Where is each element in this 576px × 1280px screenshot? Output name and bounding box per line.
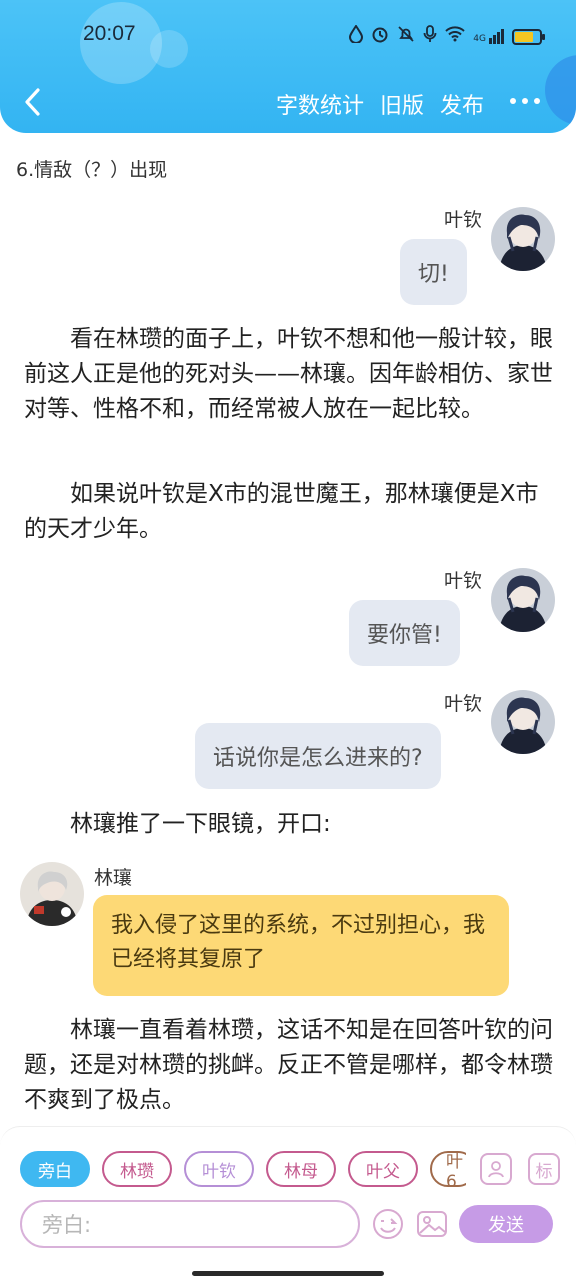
- avatar-linrang[interactable]: [20, 862, 84, 926]
- alarm-icon: [371, 25, 389, 48]
- role-chip[interactable]: 林瓒: [102, 1151, 172, 1187]
- back-button[interactable]: [18, 84, 48, 120]
- avatar-yeqin[interactable]: [491, 690, 555, 754]
- send-button[interactable]: 发送: [459, 1205, 553, 1243]
- publish-button[interactable]: 发布: [440, 88, 484, 120]
- chat-bubble: 要你管!: [349, 600, 460, 666]
- decorative-bubble: [150, 30, 188, 68]
- emoji-icon[interactable]: [371, 1207, 405, 1241]
- old-version-button[interactable]: 旧版: [380, 88, 424, 120]
- narration-paragraph: 如果说叶钦是X市的混世魔王，那林瓖便是X市的天才少年。: [24, 481, 539, 542]
- mute-bell-icon: [397, 25, 415, 48]
- signal-4g-icon: 4G: [473, 29, 504, 44]
- chat-bubble: 我入侵了这里的系统，不过别担心，我已经将其复原了: [93, 895, 509, 996]
- image-icon[interactable]: [415, 1207, 449, 1241]
- role-chip[interactable]: 叶6: [430, 1151, 466, 1187]
- role-chip[interactable]: 叶钦: [184, 1151, 254, 1187]
- role-chip-narrator[interactable]: 旁白: [20, 1151, 90, 1187]
- chat-bubble: 切!: [400, 239, 467, 305]
- top-app-bar: 20:07 4G 字数统计 旧版 发布: [0, 0, 576, 133]
- speaker-name: 叶钦: [443, 209, 482, 231]
- status-icons: 4G: [349, 24, 545, 48]
- speaker-name: 叶钦: [443, 570, 482, 592]
- home-indicator[interactable]: [192, 1271, 384, 1276]
- role-manage-icon[interactable]: [480, 1153, 512, 1185]
- tag-button[interactable]: 标: [528, 1153, 560, 1185]
- dot-icon: [522, 98, 528, 104]
- narration-paragraph: 林瓖推了一下眼镜，开口:: [70, 811, 331, 837]
- chat-bubble: 话说你是怎么进来的?: [195, 723, 441, 789]
- chapter-title: 6.情敌（？）出现: [16, 159, 168, 181]
- message-input[interactable]: 旁白:: [20, 1200, 360, 1248]
- word-count-button[interactable]: 字数统计: [276, 88, 364, 120]
- battery-icon: [512, 28, 545, 45]
- narration-paragraph: 林瓖一直看着林瓒，这话不知是在回答叶钦的问题，还是对林瓒的挑衅。反正不管是哪样，…: [24, 1017, 553, 1113]
- more-options-button[interactable]: [510, 98, 540, 104]
- speaker-name: 林瓖: [94, 867, 133, 889]
- narration-paragraph: 看在林瓒的面子上，叶钦不想和他一般计较，眼前这人正是他的死对头——林瓖。因年龄相…: [24, 326, 553, 422]
- role-chip[interactable]: 叶父: [348, 1151, 418, 1187]
- wifi-icon: [445, 26, 465, 47]
- role-chip[interactable]: 林母: [266, 1151, 336, 1187]
- mic-icon: [423, 25, 437, 48]
- avatar-yeqin[interactable]: [491, 207, 555, 271]
- decorative-bubble: [545, 55, 576, 125]
- status-time: 20:07: [83, 22, 136, 45]
- dot-icon: [510, 98, 516, 104]
- speaker-name: 叶钦: [443, 693, 482, 715]
- dot-icon: [534, 98, 540, 104]
- header-actions: 字数统计 旧版 发布: [276, 88, 484, 120]
- drop-icon: [349, 24, 364, 48]
- avatar-yeqin[interactable]: [491, 568, 555, 632]
- role-chip-list: 旁白 林瓒 叶钦 林母 叶父 叶6: [20, 1151, 466, 1187]
